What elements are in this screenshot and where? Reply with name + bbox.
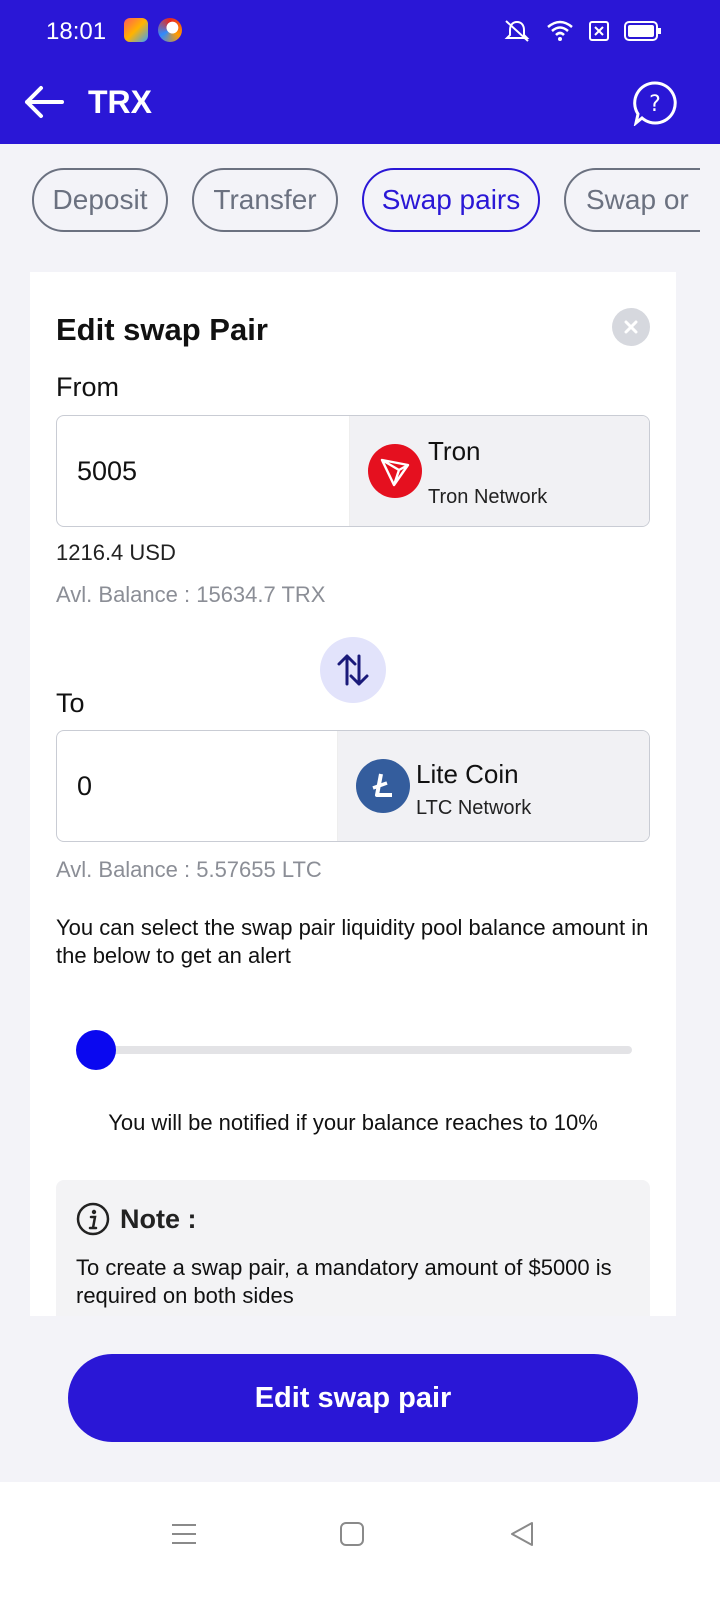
- system-nav-bar: [0, 1482, 720, 1600]
- tron-logo-icon: [368, 444, 422, 498]
- home-square-icon: [340, 1522, 364, 1546]
- swap-direction-button[interactable]: [320, 637, 386, 703]
- svg-text:?: ?: [649, 92, 661, 117]
- alert-slider-thumb[interactable]: [76, 1030, 116, 1070]
- mute-icon: [504, 20, 530, 42]
- arrow-left-icon: [25, 86, 64, 118]
- status-time: 18:01: [46, 18, 107, 45]
- close-icon: [624, 320, 638, 334]
- notify-text: You will be notified if your balance rea…: [108, 1110, 598, 1135]
- from-coin-network: Tron Network: [428, 486, 548, 508]
- sim-icon: [589, 21, 609, 41]
- page-title: TRX: [88, 84, 152, 120]
- card-title: Edit swap Pair: [56, 312, 268, 347]
- note-box: Note : To create a swap pair, a mandator…: [56, 1180, 650, 1316]
- status-system-icons: [502, 18, 662, 44]
- from-amount-input[interactable]: 5005: [77, 416, 327, 526]
- back-button[interactable]: [22, 80, 66, 124]
- help-chat-icon: ?: [633, 81, 677, 127]
- note-title: Note :: [120, 1203, 197, 1234]
- tab-bar: Deposit Transfer Swap pairs Swap or: [0, 144, 720, 270]
- status-notification-icons: [124, 18, 182, 42]
- help-button[interactable]: ?: [632, 80, 678, 127]
- edit-swap-pair-button[interactable]: Edit swap pair: [68, 1354, 638, 1442]
- tab-transfer[interactable]: Transfer: [192, 168, 338, 232]
- to-label: To: [56, 688, 85, 718]
- back-triangle-icon: [511, 1522, 533, 1546]
- app-header: 18:01 TRX ?: [0, 0, 720, 144]
- tab-swap-orders[interactable]: Swap or: [564, 168, 700, 232]
- litecoin-logo-icon: [356, 759, 410, 813]
- menu-icon: [172, 1524, 196, 1544]
- tab-deposit[interactable]: Deposit: [32, 168, 168, 232]
- close-button[interactable]: [612, 308, 650, 346]
- browser-notification-icon: [158, 18, 182, 42]
- edit-swap-pair-card: Edit swap Pair From 5005 Tron Tron Netwo…: [30, 272, 676, 1316]
- from-coin-name: Tron: [428, 436, 481, 466]
- note-text: To create a swap pair, a mandatory amoun…: [76, 1255, 612, 1308]
- nav-home-button[interactable]: [330, 1512, 374, 1556]
- tab-swap-pairs[interactable]: Swap pairs: [362, 168, 540, 232]
- nav-menu-button[interactable]: [162, 1512, 206, 1556]
- battery-icon: [624, 21, 661, 41]
- alert-description: You can select the swap pair liquidity p…: [56, 915, 649, 968]
- from-coin-selector[interactable]: Tron Tron Network: [349, 416, 649, 526]
- from-available-balance: Avl. Balance : 15634.7 TRX: [56, 582, 326, 607]
- app-notification-icon: [124, 18, 148, 42]
- alert-slider-track[interactable]: [94, 1046, 632, 1054]
- to-coin-name: Lite Coin: [416, 759, 519, 789]
- swap-arrows-icon: [337, 654, 369, 686]
- from-usd-value: 1216.4 USD: [56, 540, 176, 565]
- info-icon: [76, 1202, 110, 1236]
- nav-back-button[interactable]: [500, 1512, 544, 1556]
- to-field: 0 Lite Coin LTC Network: [56, 730, 650, 842]
- to-amount-input[interactable]: 0: [77, 731, 327, 841]
- from-label: From: [56, 372, 119, 402]
- wifi-icon: [547, 20, 573, 41]
- to-available-balance: Avl. Balance : 5.57655 LTC: [56, 857, 322, 882]
- to-coin-selector[interactable]: Lite Coin LTC Network: [337, 731, 649, 841]
- from-field: 5005 Tron Tron Network: [56, 415, 650, 527]
- to-coin-network: LTC Network: [416, 797, 532, 819]
